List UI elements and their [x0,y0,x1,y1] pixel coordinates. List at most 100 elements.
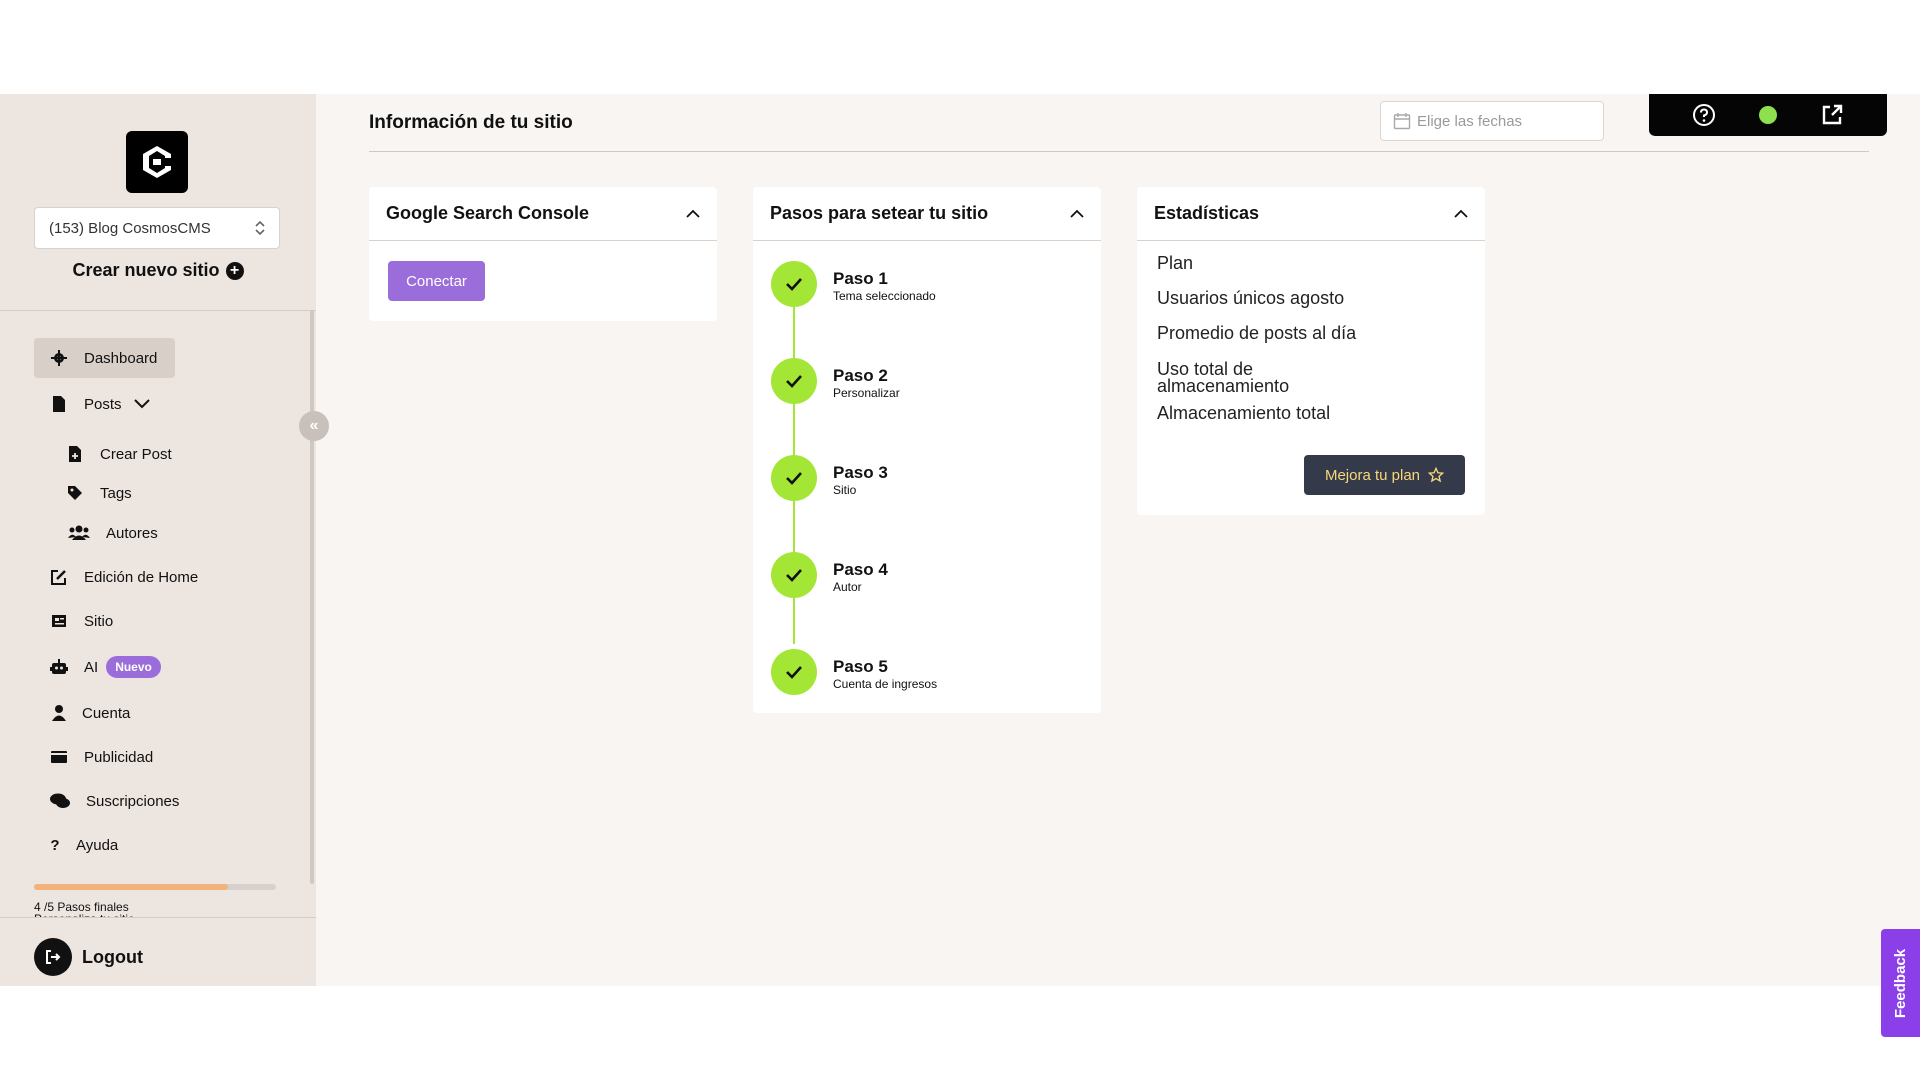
step-title: Paso 3 [833,463,888,482]
check-circle-icon [771,358,817,404]
site-select[interactable]: (153) Blog CosmosCMS [34,207,280,249]
gsc-card: Google Search Console Conectar [369,187,717,321]
external-link-icon [1822,104,1843,125]
sidebar-bottom-divider [0,917,316,918]
create-site-button[interactable]: Crear nuevo sitio + [0,260,316,281]
billboard-icon [50,748,68,766]
sidebar-item-label: Tags [100,484,132,502]
sidebar-item-label: Sitio [84,612,114,630]
sidebar-scrollbar[interactable] [310,310,314,884]
step-item: Paso 1 Tema seleccionado [771,261,936,307]
sidebar-item-dashboard[interactable]: Dashboard [34,338,176,378]
stat-storage-total: Almacenamiento total [1157,403,1331,423]
stat-storage-used: Uso total de almacenamiento [1157,359,1290,396]
robot-icon [50,658,68,676]
question-icon: ? [50,836,60,854]
sidebar-item-label: Crear Post [100,445,172,463]
help-circle-icon [1693,104,1715,126]
step-subtitle: Cuenta de ingresos [833,677,938,691]
open-site-button[interactable] [1819,102,1845,128]
collapse-sidebar-button[interactable]: « [299,411,329,441]
sidebar-item-publicidad[interactable]: Publicidad [50,737,153,777]
date-range-picker[interactable]: Elige las fechas [1380,101,1604,141]
stat-avg-posts: Promedio de posts al día [1157,323,1357,343]
tag-icon [66,484,84,502]
sidebar-item-ai[interactable]: AI Nuevo [50,647,161,687]
logout-label: Logout [82,946,143,967]
sidebar-item-label: Suscripciones [86,792,180,810]
sidebar: (153) Blog CosmosCMS Crear nuevo sitio +… [0,94,329,986]
app-window: (153) Blog CosmosCMS Crear nuevo sitio +… [0,94,1920,1037]
create-site-label: Crear nuevo sitio [72,260,220,280]
plus-circle-icon: + [225,261,244,280]
setup-progress-bar [34,884,276,890]
chevron-up-icon[interactable] [1454,209,1468,218]
sidebar-item-label: Dashboard [84,349,158,367]
top-toolbar [1649,94,1887,136]
status-dot-icon [1759,106,1777,124]
date-placeholder: Elige las fechas [1417,112,1523,130]
sidebar-item-sitio[interactable]: Sitio [50,601,113,641]
gsc-card-title: Google Search Console [386,203,590,223]
user-icon [50,704,68,722]
check-circle-icon [771,649,817,695]
upgrade-plan-button[interactable]: Mejora tu plan [1304,455,1465,495]
stats-card-title: Estadísticas [1154,203,1260,223]
step-title: Paso 5 [833,657,888,676]
star-icon [1428,467,1445,483]
stat-plan: Plan [1157,253,1194,273]
sidebar-item-label: Autores [106,524,158,542]
step-title: Paso 1 [833,269,888,288]
stats-card-header[interactable]: Estadísticas [1137,187,1485,241]
cosmos-logo[interactable] [126,131,188,193]
step-subtitle: Personalizar [833,386,900,400]
chevron-up-icon[interactable] [1070,209,1084,218]
sidebar-item-label: Cuenta [82,704,131,722]
logout-icon [34,938,72,976]
connect-button[interactable]: Conectar [388,261,485,301]
step-subtitle: Tema seleccionado [833,289,936,303]
sidebar-item-edicion-home[interactable]: Edición de Home [50,557,198,597]
step-item: Paso 5 Cuenta de ingresos [771,649,937,695]
help-button[interactable] [1691,102,1717,128]
steps-card-header[interactable]: Pasos para setear tu sitio [753,187,1101,241]
sidebar-item-autores[interactable]: Autores [68,513,158,553]
steps-card-title: Pasos para setear tu sitio [770,203,989,223]
gsc-card-header[interactable]: Google Search Console [369,187,717,241]
calendar-icon [1393,113,1411,130]
step-subtitle: Autor [833,580,862,594]
sidebar-item-posts[interactable]: Posts [50,384,150,424]
step-subtitle: Sitio [833,483,857,497]
check-circle-icon [771,455,817,501]
sidebar-divider [0,310,316,311]
gear-icon [50,349,68,367]
step-title: Paso 4 [833,560,888,579]
comments-icon [50,792,70,810]
edit-icon [50,568,68,586]
file-plus-icon [66,445,84,463]
step-title: Paso 2 [833,366,888,385]
step-item: Paso 2 Personalizar [771,358,900,404]
users-icon [68,524,90,542]
sidebar-item-cuenta[interactable]: Cuenta [50,693,130,733]
site-select-value: (153) Blog CosmosCMS [49,219,211,237]
sort-caret-icon [255,220,265,236]
header-divider [369,151,1869,152]
page-title: Información de tu sitio [369,112,573,133]
steps-card: Pasos para setear tu sitio Paso 1 Tema se… [753,187,1101,713]
stat-unique-users: Usuarios únicos agosto [1157,288,1345,308]
sidebar-item-suscripciones[interactable]: Suscripciones [50,781,179,821]
sidebar-item-label: Ayuda [76,836,119,854]
chevron-up-icon[interactable] [686,209,700,218]
feedback-tab[interactable]: Feedback [1881,929,1920,1037]
upgrade-plan-label: Mejora tu plan [1324,466,1421,484]
status-indicator[interactable] [1755,102,1781,128]
sidebar-item-tags[interactable]: Tags [66,473,132,513]
feedback-label: Feedback [1892,948,1910,1018]
sidebar-item-label: Edición de Home [84,568,199,586]
logout-button[interactable]: Logout [34,938,143,976]
sidebar-item-create-post[interactable]: Crear Post [66,434,172,474]
stats-card: Estadísticas Plan Usuarios únicos agosto… [1137,187,1485,515]
sidebar-item-ayuda[interactable]: ? Ayuda [50,825,118,865]
step-item: Paso 3 Sitio [771,455,888,501]
